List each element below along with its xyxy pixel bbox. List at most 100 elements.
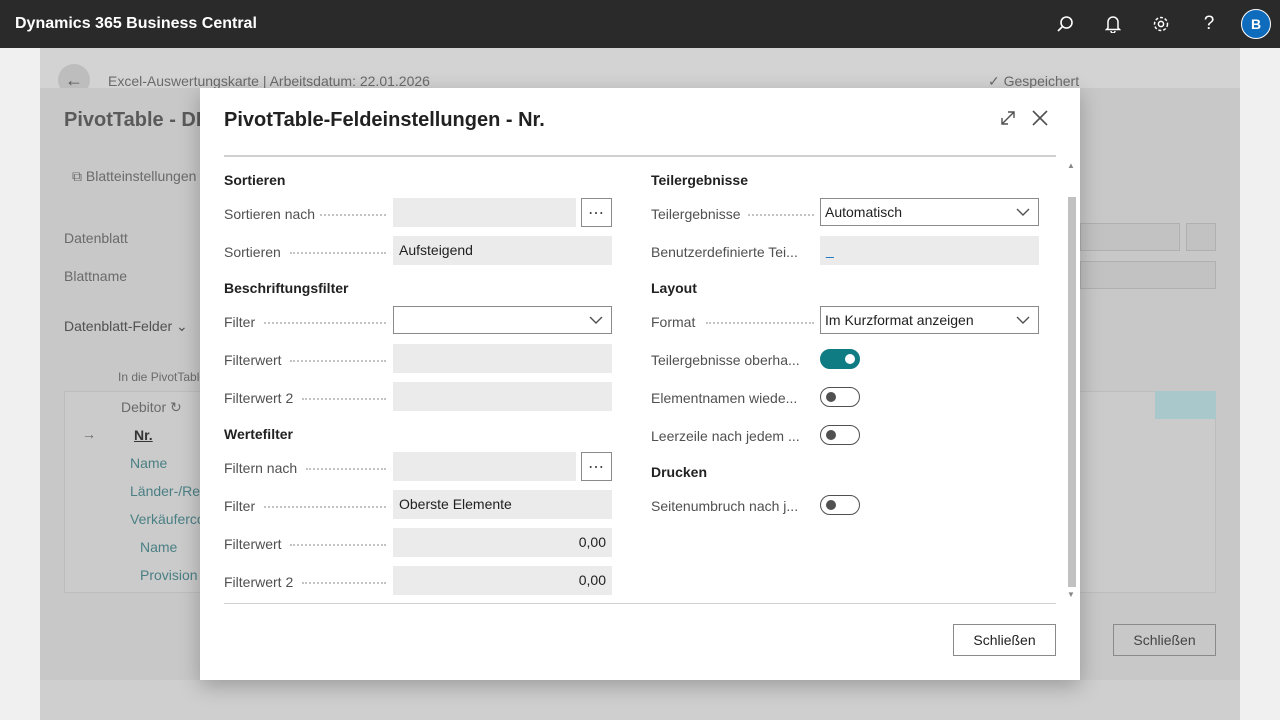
background-dialog-title: PivotTable - DE	[64, 109, 210, 131]
wertefilter-filterwert-2-field[interactable]: 0,00	[393, 566, 612, 595]
label-dots	[264, 322, 386, 324]
avatar[interactable]: B	[1241, 9, 1271, 39]
scroll-up-icon[interactable]: ▲	[1066, 161, 1076, 171]
label-dots	[748, 214, 814, 216]
label-wertefilter-filter: Filter	[224, 498, 256, 514]
gear-icon[interactable]	[1137, 0, 1185, 48]
background-field-blattname: Blattname	[64, 268, 128, 284]
background-row-arrow-icon: →	[82, 426, 96, 442]
filter-select[interactable]	[393, 306, 612, 334]
label-dots	[264, 506, 386, 508]
bell-icon[interactable]	[1089, 0, 1137, 48]
label-filtern-nach: Filtern nach	[224, 460, 298, 476]
format-select[interactable]: Im Kurzformat anzeigen	[820, 306, 1039, 334]
background-row[interactable]: Name	[130, 455, 167, 471]
background-field-datenblatt: Datenblatt	[64, 230, 128, 246]
label-filterwert-2: Filterwert 2	[224, 390, 294, 406]
search-icon[interactable]	[1041, 0, 1089, 48]
background-table-column-label: Debitor	[121, 399, 167, 415]
chevron-down-icon	[589, 307, 603, 341]
label-sortieren-nach: Sortieren nach	[224, 206, 316, 222]
label-dots	[290, 360, 386, 362]
filtern-nach-field[interactable]	[393, 452, 576, 481]
label-wertefilter-filterwert-2: Filterwert 2	[224, 574, 294, 590]
section-layout: Layout	[651, 280, 697, 296]
label-seitenumbruch: Seitenumbruch nach j...	[651, 498, 799, 514]
section-sortieren: Sortieren	[224, 172, 286, 188]
label-filterwert: Filterwert	[224, 352, 282, 368]
section-wertefilter: Wertefilter	[224, 426, 293, 442]
sortieren-nach-lookup-button[interactable]: ⋯	[581, 198, 612, 227]
filterwert-2-field[interactable]	[393, 382, 612, 411]
wertefilter-filterwert-field[interactable]: 0,00	[393, 528, 612, 557]
sortieren-field[interactable]: Aufsteigend	[393, 236, 612, 265]
sortieren-nach-field[interactable]	[393, 198, 576, 227]
label-dots	[320, 214, 386, 216]
background-datenblatt-input[interactable]	[1080, 223, 1180, 251]
background-table-column: Debitor ↻	[121, 399, 182, 415]
label-wertefilter-filterwert: Filterwert	[224, 536, 282, 552]
background-blattname-input[interactable]	[1080, 261, 1216, 289]
label-dots	[706, 322, 814, 324]
background-row[interactable]: Provision	[140, 567, 198, 583]
toggle-knob	[826, 392, 836, 402]
background-row[interactable]: Nr.	[134, 427, 153, 443]
saved-label: Gespeichert	[1003, 73, 1080, 89]
teilergebnisse-oberhalb-toggle[interactable]	[820, 349, 860, 369]
footer-divider	[224, 603, 1056, 604]
header-divider	[224, 155, 1056, 157]
label-dots	[302, 398, 386, 400]
field-settings-dialog: PivotTable-Feldeinstellungen - Nr. Sorti…	[200, 88, 1080, 680]
label-teilergebnisse: Teilergebnisse	[651, 206, 741, 222]
app-title[interactable]: Dynamics 365 Business Central	[15, 15, 257, 33]
toggle-knob	[845, 354, 855, 364]
leerzeile-nach-jedem-toggle[interactable]	[820, 425, 860, 445]
toggle-knob	[826, 500, 836, 510]
wertefilter-filter-field[interactable]: Oberste Elemente	[393, 490, 612, 519]
help-icon[interactable]: ?	[1185, 0, 1233, 48]
format-select-value: Im Kurzformat anzeigen	[825, 312, 974, 328]
background-row[interactable]: Verkäuferco	[130, 511, 205, 527]
close-button[interactable]: Schließen	[953, 624, 1056, 656]
expand-icon[interactable]	[996, 106, 1020, 130]
elementnamen-wiederholen-toggle[interactable]	[820, 387, 860, 407]
background-table-menu[interactable]	[1155, 391, 1216, 419]
label-filter: Filter	[224, 314, 256, 330]
top-bar: Dynamics 365 Business Central ? B	[0, 0, 1280, 48]
topbar-actions: ? B	[1041, 0, 1280, 48]
label-elementnamen-wiederholen: Elementnamen wiede...	[651, 390, 798, 406]
seitenumbruch-toggle[interactable]	[820, 495, 860, 515]
background-group-label: Datenblatt-Felder	[64, 318, 173, 334]
teilergebnisse-select[interactable]: Automatisch	[820, 198, 1039, 226]
label-dots	[306, 468, 386, 470]
background-action-blatteinstellungen[interactable]: ⧉ Blatteinstellungen	[72, 168, 196, 185]
section-drucken: Drucken	[651, 464, 708, 480]
teilergebnisse-select-value: Automatisch	[825, 204, 903, 220]
dialog-title: PivotTable-Feldeinstellungen - Nr.	[224, 109, 545, 131]
label-benutzerdefinierte-teilergebnisse: Benutzerdefinierte Tei...	[651, 244, 798, 260]
background-row[interactable]: Länder-/Re	[130, 483, 200, 499]
background-close-button[interactable]: Schließen	[1113, 624, 1216, 656]
scroll-down-icon[interactable]: ▼	[1066, 590, 1076, 600]
label-dots	[302, 582, 386, 584]
background-group-datenblatt-felder[interactable]: Datenblatt-Felder ⌄	[64, 318, 188, 335]
background-table-caption: In die PivotTable	[118, 370, 207, 384]
chevron-down-icon	[1016, 199, 1030, 233]
section-beschriftungsfilter: Beschriftungsfilter	[224, 280, 349, 296]
label-leerzeile-nach-jedem: Leerzeile nach jedem ...	[651, 428, 800, 444]
label-teilergebnisse-oberhalb: Teilergebnisse oberha...	[651, 352, 800, 368]
background-row[interactable]: Name	[140, 539, 177, 555]
chevron-down-icon	[1016, 307, 1030, 341]
label-dots	[290, 252, 386, 254]
label-format: Format	[651, 314, 696, 330]
label-sortieren: Sortieren	[224, 244, 281, 260]
background-lookup-button[interactable]	[1186, 223, 1216, 251]
label-dots	[290, 544, 386, 546]
close-icon[interactable]	[1028, 106, 1052, 130]
filtern-nach-lookup-button[interactable]: ⋯	[581, 452, 612, 481]
benutzerdefinierte-teilergebnisse-field[interactable]: _	[820, 236, 1039, 265]
section-teilergebnisse: Teilergebnisse	[651, 172, 749, 188]
filterwert-field[interactable]	[393, 344, 612, 373]
toggle-knob	[826, 430, 836, 440]
scrollbar-thumb[interactable]	[1068, 197, 1076, 587]
